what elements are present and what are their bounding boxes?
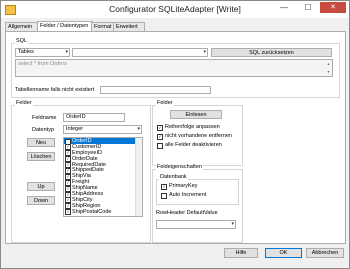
chevron-down-icon: ▾ [137,126,140,132]
checkbox-icon[interactable]: ✓ [157,125,163,131]
maximize-icon[interactable]: ☐ [299,3,317,13]
tab-allgemein[interactable]: Allgemein [5,22,38,31]
datenbank-option-label: PrimaryKey [169,183,198,189]
einlesen-button[interactable]: Einlesen [170,110,222,119]
tablename-label: Tabellenname falls nicht existiert [15,87,95,93]
fields-list-item[interactable]: ✓ ShipPostalCode [64,208,142,216]
felder-options-label: Felder [156,100,174,106]
chevron-down-icon: ▾ [203,49,206,55]
feldname-label: Feldname [32,115,57,121]
default-value-label: RowHeader DefaultValue [156,210,218,216]
checkbox-icon[interactable]: ✓ [157,134,163,140]
down-button[interactable]: Down [27,196,55,205]
tab-erweitert[interactable]: Erweitert [113,22,145,31]
checkbox-icon[interactable] [157,143,163,149]
checkbox-icon[interactable] [161,193,167,199]
felder-option-checkbox[interactable]: ✓ Reihenfolge anpassen [157,124,220,131]
felder-option-label: Reihenfolge anpassen [165,124,220,130]
loeschen-button[interactable]: Löschen [27,152,55,161]
felder-option-label: nicht vorhandene entfernen [165,133,232,139]
tables-combo-value: Tables [18,49,34,55]
neu-button[interactable]: Neu [27,138,55,147]
datentyp-value: Integer [66,126,84,132]
up-button[interactable]: Up [27,182,55,191]
datentyp-combo[interactable]: Integer ▾ [63,125,142,134]
tables-combo[interactable]: Tables ▾ [15,48,70,57]
fields-list-rows: ✓ OrderID ✓ CustomerID ✓ EmployeeID ✓ OrderDate… [64,138,142,216]
datenbank-option-label: Auto Increment [169,192,207,198]
configurator-window: Configurator SQLiteAdapter [Write] — ☐ ✕… [0,0,350,269]
window-title: Configurator SQLiteAdapter [Write] [109,4,241,14]
sql-query-field[interactable]: select * from Orders [15,59,333,77]
sql-reset-button[interactable]: SQL zurücksetzen [211,48,332,57]
felder-option-checkbox[interactable]: alle Felder deaktivieren [157,142,222,149]
feldeigenschaften-label: Feldeigenschaften [156,164,203,170]
chevron-down-icon: ▾ [231,221,234,227]
felder-option-checkbox[interactable]: ✓ nicht vorhandene entfernen [157,133,232,140]
tablename-input[interactable] [100,86,211,94]
close-icon[interactable]: ✕ [320,2,346,13]
felder-group-label: Felder [15,100,33,106]
checkbox-icon[interactable]: ✓ [161,184,167,190]
datenbank-option-checkbox[interactable]: ✓ PrimaryKey [161,183,197,190]
abbrechen-button[interactable]: Abbrechen [306,248,344,258]
datenbank-option-checkbox[interactable]: Auto Increment [161,192,206,199]
title-bar: Configurator SQLiteAdapter [Write] — ☐ ✕ [1,1,349,18]
hilfe-button[interactable]: Hilfe [224,248,258,258]
tab-page: SQL Tables ▾ ▾ SQL zurücksetzen select * … [5,31,346,244]
minimize-icon[interactable]: — [275,3,293,13]
fields-list[interactable]: ✓ OrderID ✓ CustomerID ✓ EmployeeID ✓ OrderDate… [63,137,143,217]
ok-button[interactable]: OK [265,248,302,258]
fields-list-item-label: ShipPostalCode [72,208,112,215]
fields-list-scrollbar[interactable] [135,138,142,216]
checkbox-icon[interactable]: ✓ [65,209,71,216]
chevron-down-icon: ▾ [65,49,68,55]
default-value-combo[interactable]: ▾ [156,220,236,229]
table-select-combo[interactable]: ▾ [72,48,208,57]
sql-group-label: SQL [15,38,29,44]
feldname-input[interactable]: OrderID [63,113,125,122]
datenbank-label: Datenbank [159,174,188,180]
felder-option-label: alle Felder deaktivieren [165,142,222,148]
datentyp-label: Datentyp [32,127,55,133]
scroll-arrows-icon[interactable]: ▴ ▾ [326,60,331,76]
